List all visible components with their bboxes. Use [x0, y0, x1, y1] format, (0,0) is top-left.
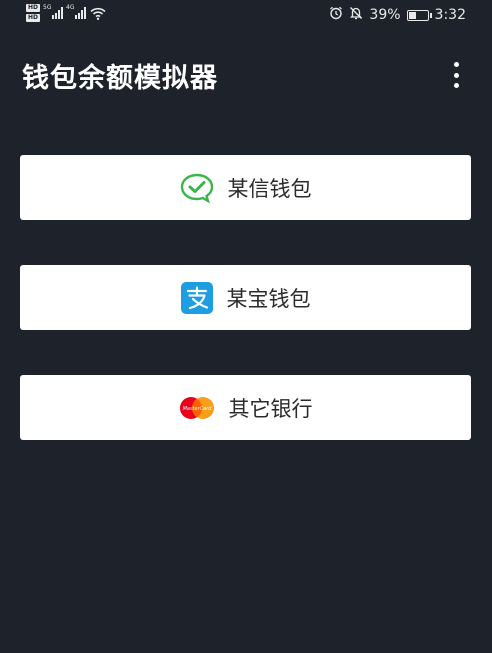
more-vert-icon[interactable] — [450, 62, 462, 88]
battery-icon — [406, 9, 432, 21]
network-type-1: 5G — [43, 4, 52, 11]
alipay-wallet-button[interactable]: 某宝钱包 — [20, 265, 471, 330]
signal-icon: 5G — [43, 4, 64, 19]
alarm-icon — [329, 6, 343, 24]
mute-icon — [349, 6, 363, 24]
battery-percent: 39% — [369, 7, 401, 23]
status-bar-right: 39% 3:32 — [329, 6, 466, 24]
mastercard-text: MasterCard — [182, 405, 212, 411]
battery-fill — [408, 11, 416, 19]
hd-badge-2: HD — [26, 14, 41, 22]
alipay-wallet-label: 某宝钱包 — [226, 286, 311, 311]
status-bar: HD HD 5G 4G 39% 3:32 — [0, 0, 492, 34]
other-bank-label: 其它银行 — [228, 396, 313, 421]
network-type-2: 4G — [66, 4, 75, 11]
wifi-icon — [90, 7, 106, 20]
wechat-wallet-button[interactable]: 某信钱包 — [20, 155, 471, 220]
app-title: 钱包余额模拟器 — [22, 63, 218, 94]
other-bank-button[interactable]: MasterCard 其它银行 — [20, 375, 471, 440]
hd-badge-1: HD — [26, 4, 41, 12]
clock-time: 3:32 — [434, 7, 466, 23]
status-bar-left: HD HD 5G 4G — [26, 4, 106, 22]
hd-badges: HD HD — [26, 4, 41, 22]
alipay-icon — [180, 281, 213, 314]
mastercard-icon: MasterCard — [179, 396, 215, 420]
wechat-pay-icon — [180, 173, 214, 203]
wechat-wallet-label: 某信钱包 — [227, 176, 312, 201]
signal-icon: 4G — [66, 4, 87, 19]
app-screen: HD HD 5G 4G 39% 3:32 钱包余额模拟器 某信钱包 某宝钱包 M… — [0, 0, 492, 653]
